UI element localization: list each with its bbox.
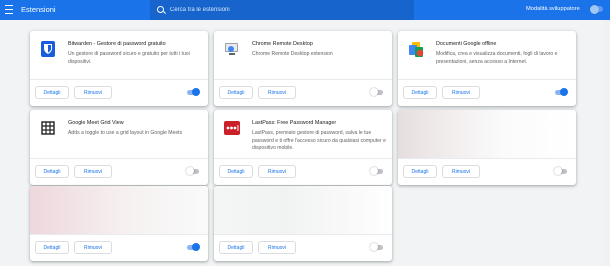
remove-button[interactable]: Rimuovi (258, 86, 296, 99)
bitwarden-icon (41, 41, 55, 57)
extension-name: Documenti Google offline (436, 41, 497, 47)
details-button[interactable]: Dettagli (219, 241, 253, 254)
details-button[interactable]: Dettagli (35, 86, 69, 99)
extension-description: Adds a toggle to use a grid layout in Go… (68, 130, 183, 136)
details-button[interactable]: Dettagli (219, 165, 253, 178)
details-button[interactable]: Dettagli (35, 241, 69, 254)
extension-card: Google Meet Grid View Adds a toggle to u… (30, 110, 208, 185)
extension-card: Dettagli Rimuovi (398, 110, 576, 185)
enable-toggle[interactable] (554, 167, 567, 175)
details-button[interactable]: Dettagli (219, 86, 253, 99)
remove-button[interactable]: Rimuovi (442, 86, 480, 99)
search-input[interactable] (170, 4, 400, 16)
enable-toggle[interactable] (186, 167, 199, 175)
extension-card: Documenti Google offline Modifica, crea … (398, 31, 576, 106)
developer-mode-label: Modalità sviluppatore (526, 6, 580, 12)
remove-button[interactable]: Rimuovi (258, 165, 296, 178)
divider (214, 234, 392, 235)
menu-icon[interactable] (5, 5, 13, 14)
extension-description: Modifica, crea e visualizza documenti, f… (436, 51, 558, 65)
extension-card: Chrome Remote Desktop Chrome Remote Desk… (214, 31, 392, 106)
details-button[interactable]: Dettagli (403, 165, 437, 178)
google-docs-offline-icon (409, 42, 424, 57)
extension-card: Dettagli Rimuovi (30, 186, 208, 261)
extension-name: Bitwarden - Gestore di password gratuito (68, 41, 166, 47)
divider (30, 158, 208, 159)
scrollbar[interactable] (604, 20, 610, 266)
remove-button[interactable]: Rimuovi (74, 241, 112, 254)
divider (214, 79, 392, 80)
remove-button[interactable]: Rimuovi (442, 165, 480, 178)
divider (398, 158, 576, 159)
extension-name: LastPass: Free Password Manager (252, 120, 337, 126)
top-bar: Estensioni Modalità sviluppatore (0, 0, 610, 20)
enable-toggle[interactable] (187, 88, 200, 96)
enable-toggle[interactable] (370, 243, 383, 251)
divider (214, 158, 392, 159)
divider (30, 234, 208, 235)
extension-description: Chrome Remote Desktop extension (252, 51, 333, 57)
search-bar[interactable] (150, 0, 414, 20)
blurred-content (214, 186, 392, 234)
extension-description: LastPass, premiato gestore di password, … (252, 130, 386, 152)
remove-button[interactable]: Rimuovi (74, 165, 112, 178)
divider (398, 79, 576, 80)
details-button[interactable]: Dettagli (403, 86, 437, 99)
enable-toggle[interactable] (370, 88, 383, 96)
remove-button[interactable]: Rimuovi (74, 86, 112, 99)
extension-description: Un gestore di password sicuro e gratuito… (68, 51, 190, 65)
extension-name: Google Meet Grid View (68, 120, 124, 126)
extension-card: Dettagli Rimuovi (214, 186, 392, 261)
blurred-content (30, 186, 208, 234)
extension-card: Bitwarden - Gestore di password gratuito… (30, 31, 208, 106)
divider (30, 79, 208, 80)
enable-toggle[interactable] (370, 167, 383, 175)
enable-toggle[interactable] (187, 243, 200, 251)
enable-toggle[interactable] (555, 88, 568, 96)
developer-mode-toggle[interactable] (590, 4, 603, 14)
remote-desktop-icon (225, 43, 238, 55)
lastpass-icon (224, 121, 240, 135)
blurred-content (398, 110, 576, 158)
grid-icon (41, 121, 55, 135)
page-title: Estensioni (21, 5, 56, 14)
remove-button[interactable]: Rimuovi (258, 241, 296, 254)
details-button[interactable]: Dettagli (35, 165, 69, 178)
extension-card: LastPass: Free Password Manager LastPass… (214, 110, 392, 185)
extension-name: Chrome Remote Desktop (252, 41, 313, 47)
search-icon (157, 6, 164, 13)
